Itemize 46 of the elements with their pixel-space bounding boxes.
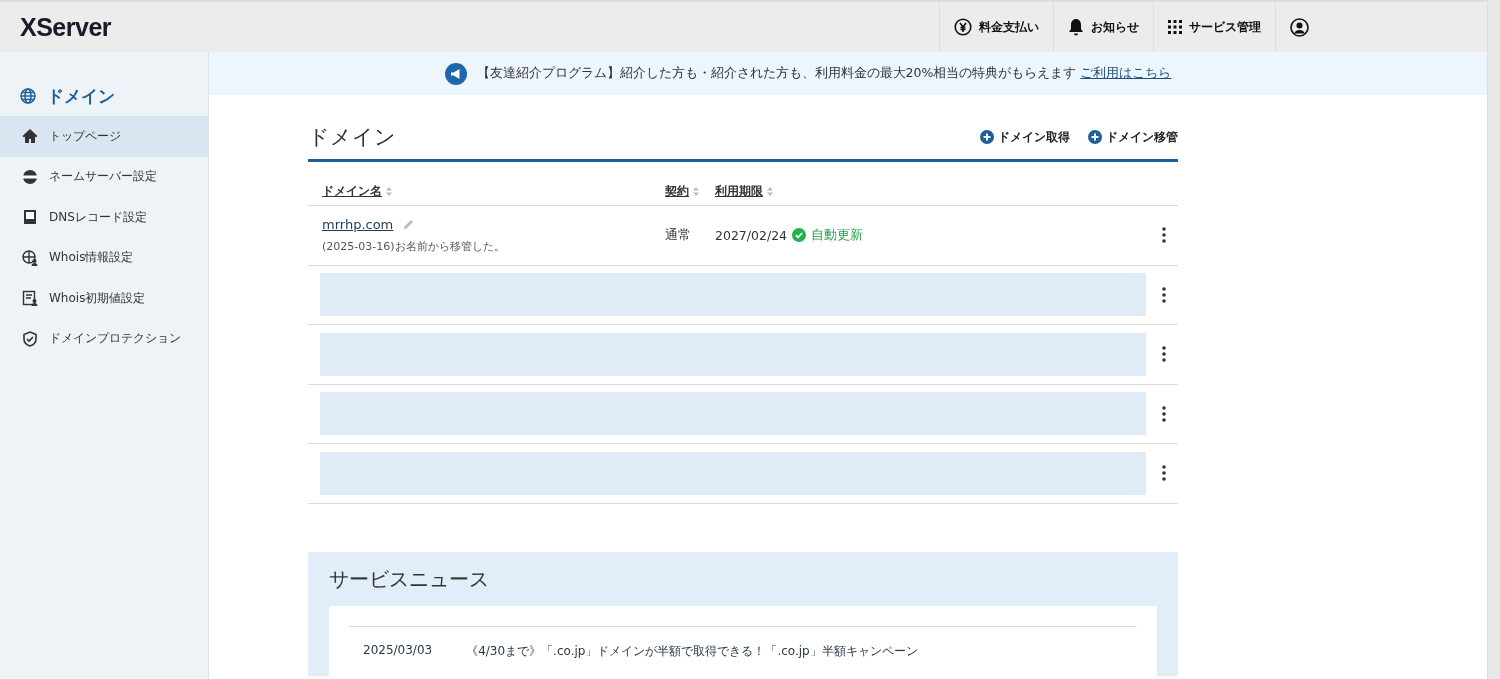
globe-icon [22, 168, 38, 185]
domain-note: (2025-03-16)お名前から移管した。 [322, 238, 506, 254]
megaphone-icon [444, 62, 467, 85]
more-icon[interactable] [1160, 284, 1168, 305]
plus-icon [1088, 130, 1102, 144]
page-title: ドメイン [308, 124, 396, 151]
domain-link[interactable]: mrrhp.com [322, 216, 394, 232]
plus-icon [980, 130, 994, 144]
yen-icon [954, 18, 972, 36]
banner-link[interactable]: ご利用はこちら [1080, 65, 1172, 82]
banner-text: 【友達紹介プログラム】紹介した方も・紹介された方も、利用料金の最大20%相当の特典がもらえます [476, 65, 1077, 82]
news-title: サービスニュース [329, 565, 490, 593]
sidebar-item[interactable]: Whois初期値設定 [0, 278, 208, 319]
action-link[interactable]: ドメイン取得 [980, 128, 1070, 146]
document-person-icon [22, 290, 38, 307]
book-icon [22, 209, 38, 226]
action-link[interactable]: ドメイン移管 [1088, 128, 1178, 146]
sidebar-item[interactable]: ドメインプロテクション [0, 318, 208, 359]
sort-icon [767, 187, 773, 196]
home-icon [22, 128, 38, 145]
column-header[interactable]: ドメイン名 [322, 183, 665, 200]
scrollbar[interactable] [1487, 0, 1500, 679]
sidebar-item[interactable]: トップページ [0, 116, 208, 157]
table-cell-text: 通常 [665, 226, 692, 244]
sidebar-item[interactable]: Whois情報設定 [0, 237, 208, 278]
sidebar-title: ドメイン [47, 84, 115, 108]
column-header[interactable]: 利用期限 [715, 183, 773, 200]
more-icon[interactable] [1160, 225, 1168, 246]
globe-person-icon [22, 249, 38, 266]
grid-icon [1168, 20, 1182, 34]
sidebar-item[interactable]: ネームサーバー設定 [0, 156, 208, 197]
globe-icon [20, 88, 36, 104]
more-icon[interactable] [1160, 344, 1168, 365]
bell-icon [1068, 18, 1084, 36]
logo[interactable]: XServer [20, 12, 112, 42]
expiry-date: 2027/02/24 [715, 227, 788, 243]
sort-icon [693, 187, 699, 196]
column-header[interactable]: 契約 [665, 183, 715, 200]
sidebar-item[interactable]: DNSレコード設定 [0, 197, 208, 238]
more-icon[interactable] [1160, 403, 1168, 424]
user-icon [1290, 17, 1309, 37]
more-icon[interactable] [1160, 463, 1168, 484]
shield-check-icon [22, 330, 38, 347]
sort-icon [386, 187, 392, 196]
auto-renew-status: 自動更新 [811, 226, 864, 244]
news-item[interactable]: 2025/03/03 《4/30まで》「.co.jp」ドメインが半額で取得できる！「.co.jp」半額キャンペーン [349, 625, 1137, 676]
